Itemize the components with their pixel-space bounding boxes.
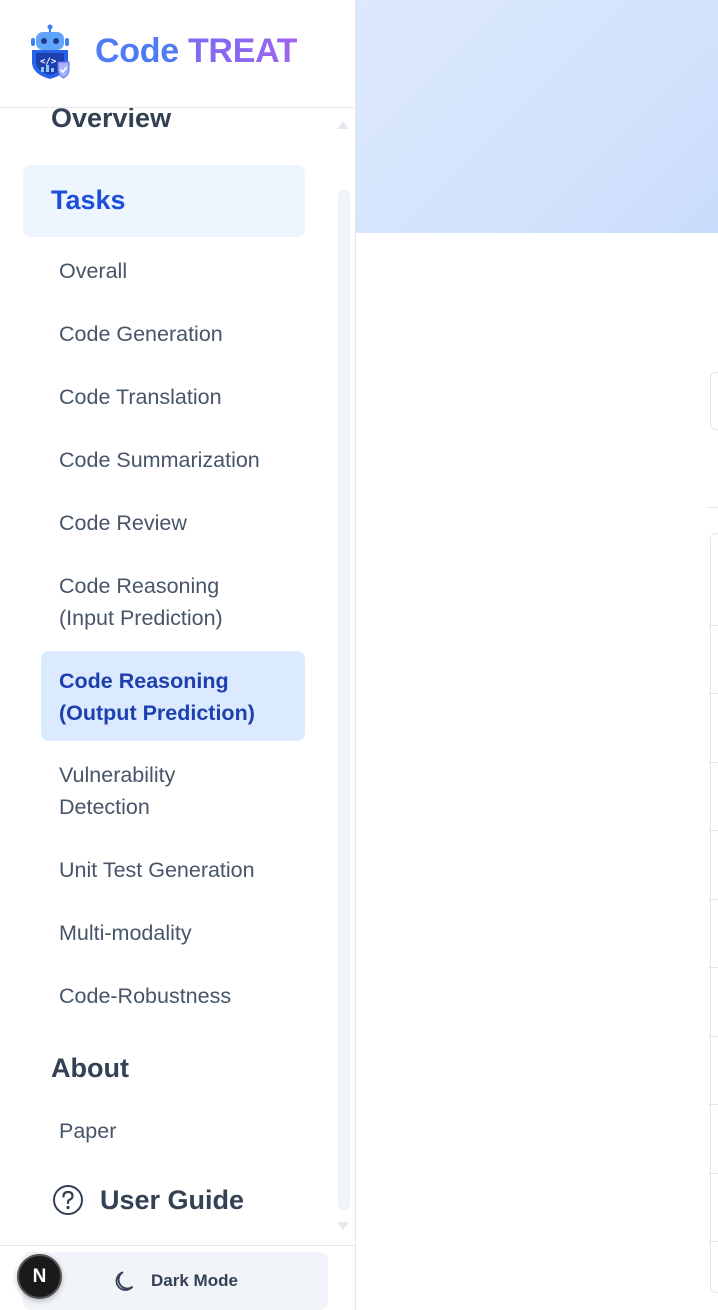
brand-header[interactable]: </> Code TREAT <box>0 0 355 108</box>
sidebar: </> Code TREAT Overview Tasks Overall Co… <box>0 0 356 1310</box>
sidebar-item-code-generation[interactable]: Code Generation <box>59 318 309 350</box>
sidebar-item-unit-test-generation[interactable]: Unit Test Generation <box>59 854 309 886</box>
page: </> Code TREAT Overview Tasks Overall Co… <box>0 0 718 1310</box>
main-content <box>356 0 718 1310</box>
scroll-up-arrow-icon[interactable] <box>335 116 351 132</box>
table-row-line <box>708 830 718 831</box>
sidebar-item-paper[interactable]: Paper <box>59 1115 309 1147</box>
moon-icon <box>115 1271 134 1291</box>
table-row-line <box>708 967 718 968</box>
robot-shield-icon: </> <box>31 24 70 79</box>
dark-mode-label: Dark Mode <box>151 1271 238 1290</box>
user-guide-label: User Guide <box>100 1184 245 1215</box>
table-row-line <box>708 693 718 694</box>
table-row-line <box>708 1241 718 1242</box>
nav-section-overview[interactable]: Overview <box>51 108 171 134</box>
nav-section-tasks[interactable]: Tasks <box>23 165 305 237</box>
sidebar-item-multi-modality[interactable]: Multi-modality <box>59 917 309 949</box>
sidebar-item-code-robustness[interactable]: Code-Robustness <box>59 980 309 1012</box>
sidebar-item-code-reasoning-input[interactable]: Code Reasoning (Input Prediction) <box>59 570 269 634</box>
sidebar-item-code-translation[interactable]: Code Translation <box>59 381 309 413</box>
table-row-line <box>708 1104 718 1105</box>
user-guide-link[interactable]: User Guide <box>52 1184 244 1216</box>
table-row-line <box>708 762 718 763</box>
table-row-line <box>708 1173 718 1174</box>
scroll-down-arrow-icon[interactable] <box>335 1219 351 1235</box>
sidebar-item-code-summarization[interactable]: Code Summarization <box>59 444 309 476</box>
table-card-edge <box>710 533 718 1293</box>
sidebar-nav: Overview Tasks Overall Code Generation C… <box>0 108 340 1245</box>
help-circle-icon <box>53 1185 83 1215</box>
dark-mode-toggle[interactable]: Dark Mode <box>23 1252 328 1310</box>
framework-badge[interactable]: N <box>17 1254 62 1299</box>
table-row-line <box>708 625 718 626</box>
nav-section-about[interactable]: About <box>51 1053 129 1084</box>
content-divider <box>708 507 718 508</box>
brand-title: Code TREAT <box>95 32 298 70</box>
sidebar-item-code-reasoning-output[interactable]: Code Reasoning (Output Prediction) <box>59 665 284 729</box>
sidebar-item-vulnerability-detection[interactable]: Vulnerability Detection <box>59 759 229 823</box>
nav-section-tasks-label: Tasks <box>51 185 126 215</box>
sidebar-item-code-review[interactable]: Code Review <box>59 507 309 539</box>
content-card-edge <box>710 372 718 430</box>
table-row-line <box>708 1036 718 1037</box>
table-row-line <box>708 899 718 900</box>
hero-banner <box>356 0 718 233</box>
sidebar-item-overall[interactable]: Overall <box>59 255 309 287</box>
sidebar-scrollbar[interactable] <box>338 190 350 1210</box>
